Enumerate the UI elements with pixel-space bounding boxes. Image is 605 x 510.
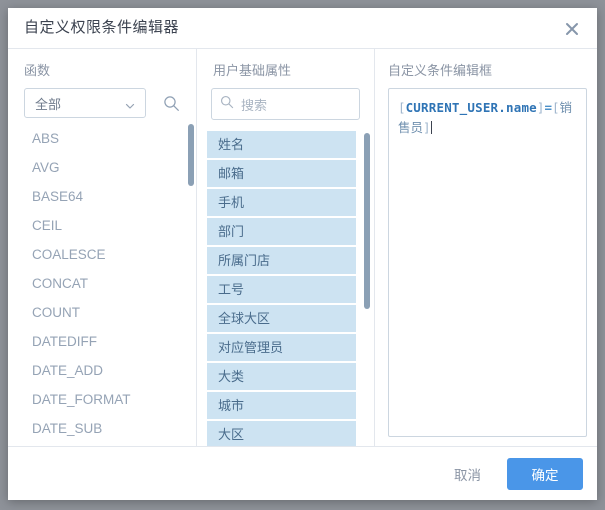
attribute-list-item[interactable]: 大区 [207, 421, 357, 446]
expression-open-bracket: [ [551, 100, 560, 115]
expression-open-bracket: [ [398, 100, 406, 115]
expression-variable: CURRENT_USER.name [405, 100, 537, 115]
dialog-body: 函数 全部 ABS AVG BASE64 CEIL COALESCE CONCA… [8, 48, 597, 446]
function-list-item[interactable]: DATE_ADD [8, 356, 196, 385]
editor-bottom-spacer [375, 437, 597, 446]
attribute-list-item[interactable]: 所属门店 [207, 247, 357, 274]
attribute-list-item[interactable]: 大类 [207, 363, 357, 390]
user-attributes-panel-label: 用户基础属性 [213, 63, 292, 78]
condition-editor-panel: 自定义条件编辑框 [CURRENT_USER.name]=[销售员] [375, 49, 597, 446]
function-list-item[interactable]: BASE64 [8, 182, 196, 211]
attribute-list-item[interactable]: 姓名 [207, 131, 357, 158]
attribute-list-item[interactable]: 部门 [207, 218, 357, 245]
confirm-button[interactable]: 确定 [507, 457, 583, 490]
close-icon[interactable] [561, 18, 583, 40]
function-list-item[interactable]: ABS [8, 124, 196, 153]
function-list-item[interactable]: CEIL [8, 211, 196, 240]
attribute-list-item[interactable]: 城市 [207, 392, 357, 419]
attribute-list: 姓名 邮箱 手机 部门 所属门店 工号 全球大区 对应管理员 大类 城市 大区 [197, 131, 374, 446]
attribute-list-item[interactable]: 对应管理员 [207, 334, 357, 361]
user-attributes-panel: 用户基础属性 搜索 姓名 邮箱 手机 部门 所属门店 工号 全球大区 对应管理员… [197, 49, 376, 446]
functions-controls-row: 全部 [8, 88, 196, 118]
expression-close-bracket: ] [423, 120, 431, 135]
function-list-item[interactable]: DATE_SUB [8, 414, 196, 443]
chevron-down-icon [125, 98, 135, 109]
expression-operator: = [544, 100, 552, 115]
function-list-item[interactable]: AVG [8, 153, 196, 182]
condition-editor-label: 自定义条件编辑框 [388, 63, 493, 78]
function-list-item[interactable]: DATEDIFF [8, 327, 196, 356]
custom-permission-condition-editor-dialog: 自定义权限条件编辑器 函数 全部 ABS AVG BASE64 CEIL COA… [8, 8, 597, 500]
function-list: ABS AVG BASE64 CEIL COALESCE CONCAT COUN… [8, 118, 196, 443]
attribute-list-item[interactable]: 工号 [207, 276, 357, 303]
attribute-list-scroll-area: 姓名 邮箱 手机 部门 所属门店 工号 全球大区 对应管理员 大类 城市 大区 [197, 131, 374, 446]
attribute-search-placeholder: 搜索 [241, 97, 268, 113]
attribute-list-scrollbar[interactable] [364, 133, 371, 309]
function-list-item[interactable]: CONCAT [8, 269, 196, 298]
cancel-button[interactable]: 取消 [438, 456, 497, 492]
dialog-title: 自定义权限条件编辑器 [24, 19, 180, 36]
function-category-value: 全部 [35, 96, 62, 112]
text-caret [430, 121, 432, 134]
function-search-icon[interactable] [158, 90, 184, 116]
condition-editor-textarea[interactable]: [CURRENT_USER.name]=[销售员] [388, 88, 587, 437]
functions-panel-label: 函数 [24, 63, 51, 78]
functions-panel: 函数 全部 ABS AVG BASE64 CEIL COALESCE CONCA… [8, 49, 197, 446]
dialog-header: 自定义权限条件编辑器 [8, 8, 597, 48]
function-category-select[interactable]: 全部 [24, 88, 146, 118]
attribute-list-item[interactable]: 全球大区 [207, 305, 357, 332]
function-list-item[interactable]: COALESCE [8, 240, 196, 269]
function-list-item[interactable]: DATE_FORMAT [8, 385, 196, 414]
attribute-list-item[interactable]: 邮箱 [207, 160, 357, 187]
function-list-scrollbar[interactable] [188, 124, 194, 186]
search-icon [220, 95, 234, 114]
attribute-search-input[interactable]: 搜索 [211, 88, 361, 120]
function-list-item[interactable]: COUNT [8, 298, 196, 327]
condition-expression: [CURRENT_USER.name]=[销售员] [398, 98, 578, 138]
dialog-footer: 取消 确定 [8, 446, 597, 500]
function-list-scroll-area: ABS AVG BASE64 CEIL COALESCE CONCAT COUN… [8, 118, 196, 446]
attribute-list-item[interactable]: 手机 [207, 189, 357, 216]
